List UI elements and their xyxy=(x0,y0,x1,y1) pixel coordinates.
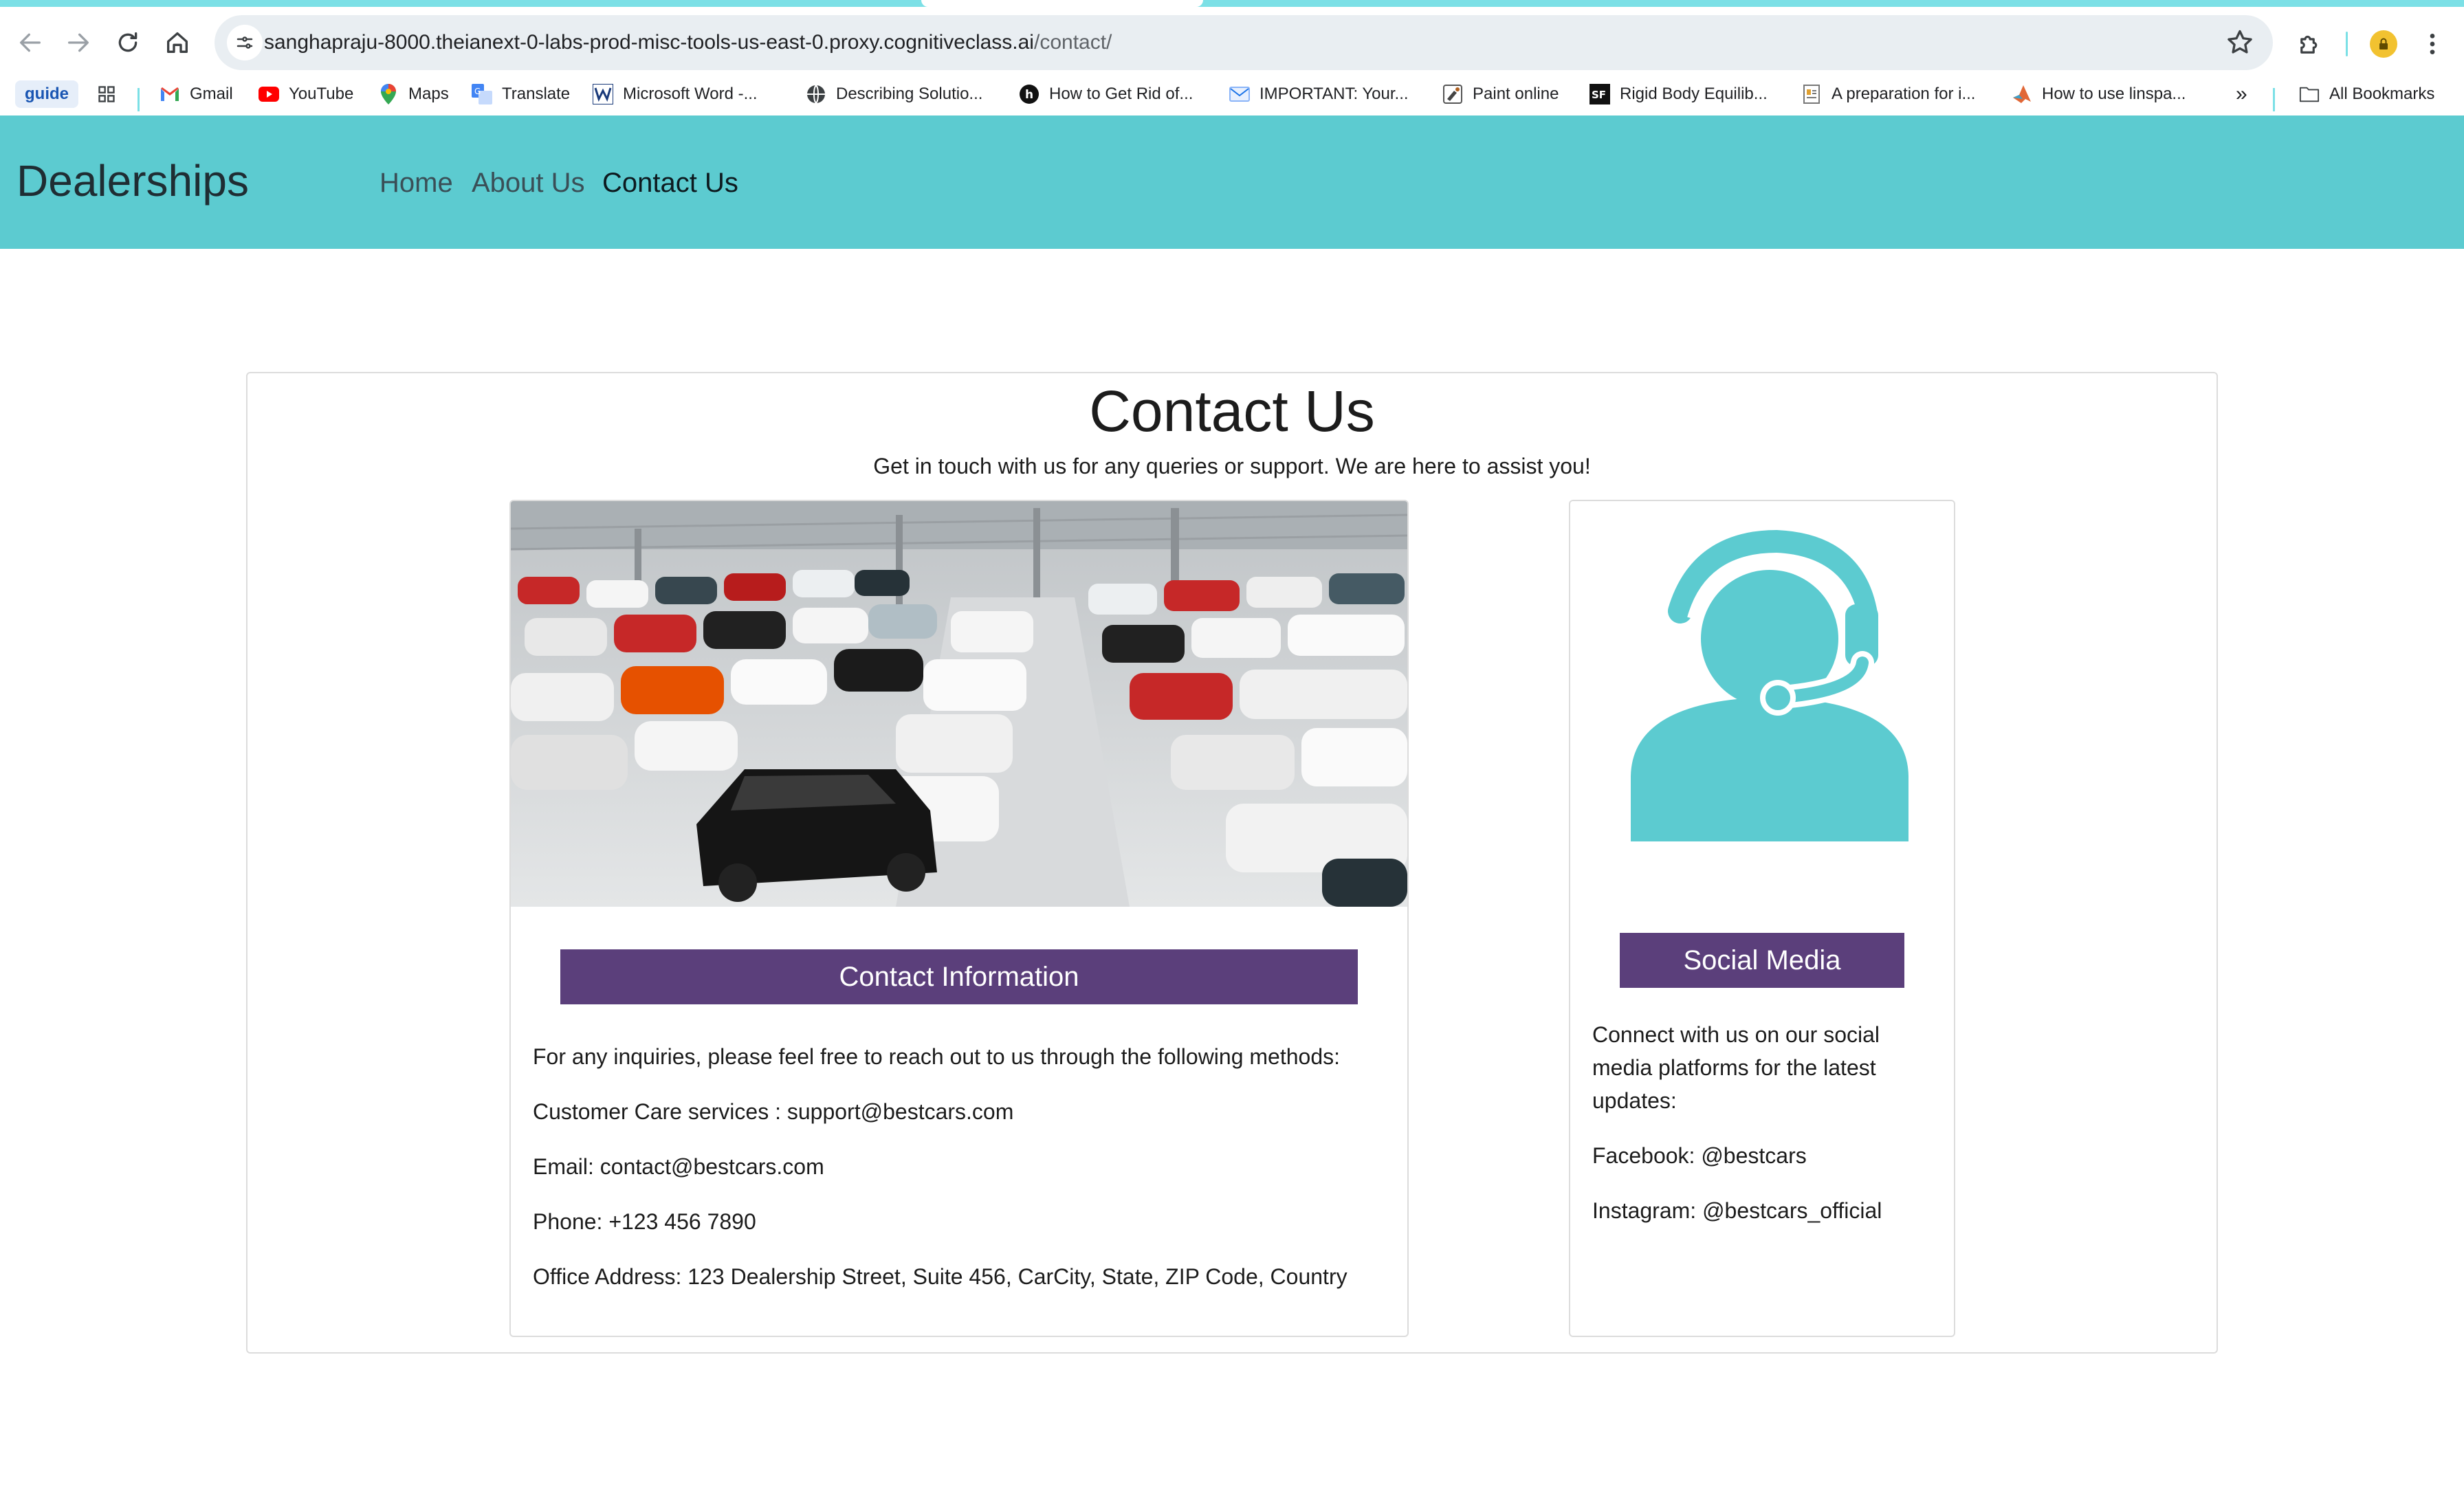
url-text: sanghapraju-8000.theianext-0-labs-prod-m… xyxy=(264,15,1112,70)
email-text: Email: contact@bestcars.com xyxy=(533,1154,824,1179)
bookmark-label: A preparation for i... xyxy=(1832,85,1976,103)
bookmark-guide[interactable]: guide xyxy=(15,80,78,108)
bookmark-describing-solutio[interactable]: Describing Solutio... xyxy=(806,78,982,110)
bookmark-label: Translate xyxy=(502,85,571,103)
social-intro-line: Connect with us on our social xyxy=(1592,1022,1880,1047)
all-bookmarks-button[interactable]: All Bookmarks xyxy=(2299,78,2434,110)
home-icon xyxy=(167,32,188,54)
translate-icon: G xyxy=(472,84,492,104)
doc-icon xyxy=(1801,84,1822,104)
reload-button[interactable] xyxy=(107,22,148,63)
mail-icon xyxy=(1229,84,1250,104)
dealership-showroom-photo xyxy=(511,501,1407,907)
contact-info-card: Contact Information For any inquiries, p… xyxy=(509,500,1409,1337)
url-host: sanghapraju-8000.theianext-0-labs-prod-m… xyxy=(264,31,1034,54)
facebook-handle[interactable]: Facebook: @bestcars xyxy=(1592,1139,1807,1172)
page-title: Contact Us xyxy=(1089,379,1375,443)
maps-pin-icon xyxy=(378,84,399,104)
address-bar[interactable]: sanghapraju-8000.theianext-0-labs-prod-m… xyxy=(214,15,2273,70)
browser-toolbar: sanghapraju-8000.theianext-0-labs-prod-m… xyxy=(0,7,2464,73)
bookmark-label: Gmail xyxy=(190,85,233,103)
lock-icon xyxy=(2379,38,2388,49)
contact-intro-text: For any inquiries, please feel free to r… xyxy=(533,1044,1341,1069)
bookmark-important[interactable]: IMPORTANT: Your... xyxy=(1229,78,1409,110)
profile-avatar[interactable] xyxy=(2370,30,2397,58)
folder-icon xyxy=(2299,84,2320,104)
svg-text:h: h xyxy=(1025,88,1033,102)
word-doc-icon xyxy=(593,84,613,104)
sf-icon: SF xyxy=(1590,84,1610,104)
reload-icon xyxy=(118,32,138,52)
bookmark-label: How to Get Rid of... xyxy=(1049,85,1194,103)
bookmark-label: Describing Solutio... xyxy=(836,85,983,103)
nav-contact-link[interactable]: Contact Us xyxy=(602,168,738,199)
kebab-menu-icon xyxy=(2430,34,2435,54)
tune-icon xyxy=(236,36,253,49)
globe-icon xyxy=(806,84,826,104)
apps-grid-button[interactable] xyxy=(96,78,126,110)
bookmark-youtube[interactable]: YouTube xyxy=(258,78,353,110)
bookmark-gmail[interactable]: Gmail xyxy=(160,78,233,110)
bookmarks-separator xyxy=(138,88,140,111)
svg-text:G: G xyxy=(474,87,481,96)
extensions-button[interactable] xyxy=(2294,27,2326,60)
site-icon: h xyxy=(1019,84,1040,104)
contact-information-button[interactable]: Contact Information xyxy=(560,949,1358,1004)
instagram-handle[interactable]: Instagram: @bestcars_official xyxy=(1592,1194,1882,1227)
nav-home-link[interactable]: Home xyxy=(380,168,453,199)
apps-grid-icon xyxy=(96,84,117,104)
gmail-icon xyxy=(160,84,180,104)
bookmark-label: IMPORTANT: Your... xyxy=(1260,85,1409,103)
customer-care-text: Customer Care services : support@bestcar… xyxy=(533,1099,1014,1124)
customer-support-icon xyxy=(1631,529,1908,841)
bookmark-label: YouTube xyxy=(289,85,354,103)
office-address-text: Office Address: 123 Dealership Street, S… xyxy=(533,1264,1348,1289)
site-info-button[interactable] xyxy=(227,25,263,60)
brand-title[interactable]: Dealerships xyxy=(16,155,249,206)
bookmark-linspace[interactable]: How to use linspa... xyxy=(2012,78,2186,110)
bookmark-label: Rigid Body Equilib... xyxy=(1620,85,1768,103)
bookmarks-separator xyxy=(2273,88,2275,111)
matlab-icon xyxy=(2012,84,2032,104)
bookmark-paint-online[interactable]: Paint online xyxy=(1442,78,1559,110)
bookmark-label: All Bookmarks xyxy=(2329,85,2435,103)
forward-button[interactable] xyxy=(58,22,99,63)
home-button[interactable] xyxy=(157,22,198,63)
youtube-icon xyxy=(258,84,279,104)
site-navbar: Dealerships Home About Us Contact Us xyxy=(0,115,2464,249)
active-tab-edge xyxy=(921,0,1203,7)
bookmark-translate[interactable]: G Translate xyxy=(472,78,570,110)
bookmarks-overflow-button[interactable]: » xyxy=(2236,78,2247,110)
bookmark-microsoft-word[interactable]: Microsoft Word -... xyxy=(593,78,758,110)
bookmark-how-to-get-rid[interactable]: h How to Get Rid of... xyxy=(1019,78,1193,110)
url-path: /contact/ xyxy=(1033,31,1112,54)
social-intro-line: media platforms for the latest xyxy=(1592,1055,1876,1080)
svg-text:SF: SF xyxy=(1592,89,1606,101)
page-subtitle: Get in touch with us for any queries or … xyxy=(873,454,1591,478)
bookmark-maps[interactable]: Maps xyxy=(378,78,449,110)
bookmark-label: How to use linspa... xyxy=(2042,85,2186,103)
arrow-left-icon xyxy=(20,33,41,52)
toolbar-separator xyxy=(2346,32,2348,56)
arrow-right-icon xyxy=(68,33,89,52)
social-media-card: Social Media Connect with us on our soci… xyxy=(1569,500,1955,1337)
social-intro-line: updates: xyxy=(1592,1088,1677,1113)
puzzle-icon xyxy=(2300,35,2318,54)
phone-text: Phone: +123 456 7890 xyxy=(533,1209,756,1234)
bookmarks-bar: guide Gmail YouTube Maps G Translate Mic… xyxy=(0,73,2464,115)
browser-menu-button[interactable] xyxy=(2416,27,2449,60)
paint-icon xyxy=(1442,84,1463,104)
tab-strip xyxy=(0,0,2464,7)
social-media-button[interactable]: Social Media xyxy=(1620,933,1904,988)
bookmark-star-icon[interactable] xyxy=(2225,27,2255,58)
bookmark-label: Paint online xyxy=(1473,85,1559,103)
nav-about-link[interactable]: About Us xyxy=(472,168,585,199)
bookmark-label: Microsoft Word -... xyxy=(623,85,758,103)
bookmark-preparation[interactable]: A preparation for i... xyxy=(1801,78,1975,110)
back-button[interactable] xyxy=(10,22,51,63)
bookmark-rigid-body[interactable]: SF Rigid Body Equilib... xyxy=(1590,78,1768,110)
bookmark-label: Maps xyxy=(408,85,449,103)
